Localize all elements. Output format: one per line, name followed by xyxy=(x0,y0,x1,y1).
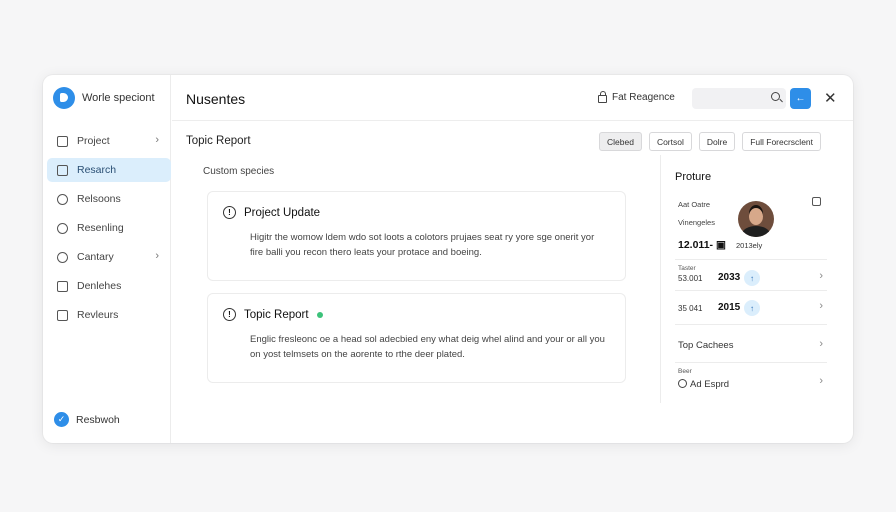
stat-row[interactable]: Taster 53.001 2033 ↑ › xyxy=(675,259,827,290)
brand[interactable]: Worle speciont xyxy=(53,87,155,109)
sidebar-item-label: Relsoons xyxy=(77,193,121,205)
card-title: Topic Report xyxy=(244,308,309,321)
clock-icon xyxy=(678,379,687,388)
sidebar-item-cantary[interactable]: Cantary › xyxy=(47,245,171,269)
row-caption: Beer xyxy=(678,368,692,375)
lock-label: Fat Reagence xyxy=(612,92,675,103)
closed-button[interactable]: Clebed xyxy=(599,132,642,151)
sidebar-item-label: Revleurs xyxy=(77,309,119,321)
row-text-label: Ad Esprd xyxy=(690,379,730,390)
row-label: 35 041 xyxy=(678,304,703,313)
sidebar-nav: Project › Resarch Relsoons Resenling Can… xyxy=(47,129,171,332)
row-caption: Taster xyxy=(678,265,696,272)
page-title: Nusentes xyxy=(186,91,246,107)
delete-button[interactable]: Dolre xyxy=(698,132,736,151)
card-body: Englic fresleonc oe a head sol adecbied … xyxy=(250,334,605,360)
user-name: Resbwoh xyxy=(76,413,120,426)
main-area: Nusentes Fat Reagence ← ✕ Topic Report C… xyxy=(172,75,853,443)
row-value: 2033 xyxy=(718,272,741,283)
sidebar-item-relsoons[interactable]: Relsoons xyxy=(47,187,171,211)
user-account[interactable]: ✓ Resbwoh xyxy=(54,412,120,427)
profile-date: 2013ely xyxy=(736,241,763,250)
lock-icon xyxy=(598,91,607,103)
topic-report-card[interactable]: ! Topic Report Englic fresleonc oe a hea… xyxy=(207,293,626,383)
checkbox[interactable] xyxy=(812,197,821,206)
full-screen-button[interactable]: Full Forecrsclent xyxy=(742,132,822,151)
link-row[interactable]: Top Cachees › xyxy=(675,324,827,362)
sidebar-item-label: Cantary xyxy=(77,251,114,263)
profile-number: 12.011- ▣ xyxy=(678,239,726,251)
section-label: Custom species xyxy=(203,166,275,177)
profile-panel: Proture Aat Oatre Vinengeles 12.011- ▣ 2… xyxy=(660,155,828,403)
chevron-right-icon: › xyxy=(819,300,823,312)
section-title: Topic Report xyxy=(186,135,251,147)
refresh-icon xyxy=(57,251,68,263)
chevron-right-icon: › xyxy=(155,134,159,146)
chevron-right-icon: › xyxy=(819,375,823,387)
profile-line: Vinengeles xyxy=(678,218,715,227)
status-dot xyxy=(316,311,323,318)
lock-button[interactable]: Fat Reagence xyxy=(598,91,675,103)
stat-row[interactable]: 35 041 2015 ↑ › xyxy=(675,290,827,324)
list-icon xyxy=(57,280,68,292)
sidebar-item-project[interactable]: Project › xyxy=(47,129,171,153)
research-icon xyxy=(57,164,68,176)
profile-line: Aat Oatre xyxy=(678,200,711,209)
chevron-right-icon: › xyxy=(155,250,159,262)
control-button[interactable]: Cortsol xyxy=(648,132,692,151)
card-body: Higitr the womow ldem wdo sot loots a co… xyxy=(250,232,595,258)
avatar[interactable] xyxy=(738,201,774,237)
sidebar-item-revleurs[interactable]: Revleurs xyxy=(47,303,171,327)
search-icon[interactable] xyxy=(771,92,780,101)
card-header: ! Project Update xyxy=(223,206,320,219)
sidebar-item-label: Project xyxy=(77,135,110,147)
row-label: 53.001 xyxy=(678,274,703,283)
row-text: Top Cachees xyxy=(678,340,734,351)
info-icon: ! xyxy=(223,206,236,219)
sidebar-item-resenling[interactable]: Resenling xyxy=(47,216,171,240)
person-icon xyxy=(57,309,68,321)
app-window: Worle speciont Project › Resarch Relsoon… xyxy=(43,75,853,443)
chevron-right-icon: › xyxy=(819,270,823,282)
info-icon: ! xyxy=(223,308,236,321)
sidebar-item-label: Resenling xyxy=(77,222,124,234)
row-value: 2015 xyxy=(718,302,741,313)
arrow-up-icon: ↑ xyxy=(744,300,760,316)
circle-icon xyxy=(57,193,68,205)
card-header: ! Topic Report xyxy=(223,308,323,321)
toolbar: Clebed Cortsol Dolre Full Forecrsclent xyxy=(599,132,822,151)
brand-name: Worle speciont xyxy=(82,92,155,104)
row-text: Ad Esprd xyxy=(678,379,729,390)
link-row[interactable]: Beer Ad Esprd › xyxy=(675,362,827,400)
sidebar-item-label: Resarch xyxy=(77,164,117,176)
sidebar-item-research[interactable]: Resarch xyxy=(47,158,171,182)
sidebar-item-denlehes[interactable]: Denlehes xyxy=(47,274,171,298)
close-icon[interactable]: ✕ xyxy=(824,89,837,107)
sidebar-item-label: Denlehes xyxy=(77,280,122,292)
chevron-right-icon: › xyxy=(819,338,823,350)
card-title: Project Update xyxy=(244,206,321,219)
check-icon: ✓ xyxy=(54,412,69,427)
document-icon xyxy=(57,135,68,147)
location-icon xyxy=(57,222,68,234)
sidebar: Worle speciont Project › Resarch Relsoon… xyxy=(43,75,171,443)
top-bar: Nusentes Fat Reagence ← ✕ xyxy=(172,75,853,121)
go-button[interactable]: ← xyxy=(790,88,811,109)
logo-icon xyxy=(53,87,75,109)
panel-title: Proture xyxy=(675,171,712,183)
arrow-up-icon: ↑ xyxy=(744,270,760,286)
project-update-card[interactable]: ! Project Update Higitr the womow ldem w… xyxy=(207,191,626,281)
